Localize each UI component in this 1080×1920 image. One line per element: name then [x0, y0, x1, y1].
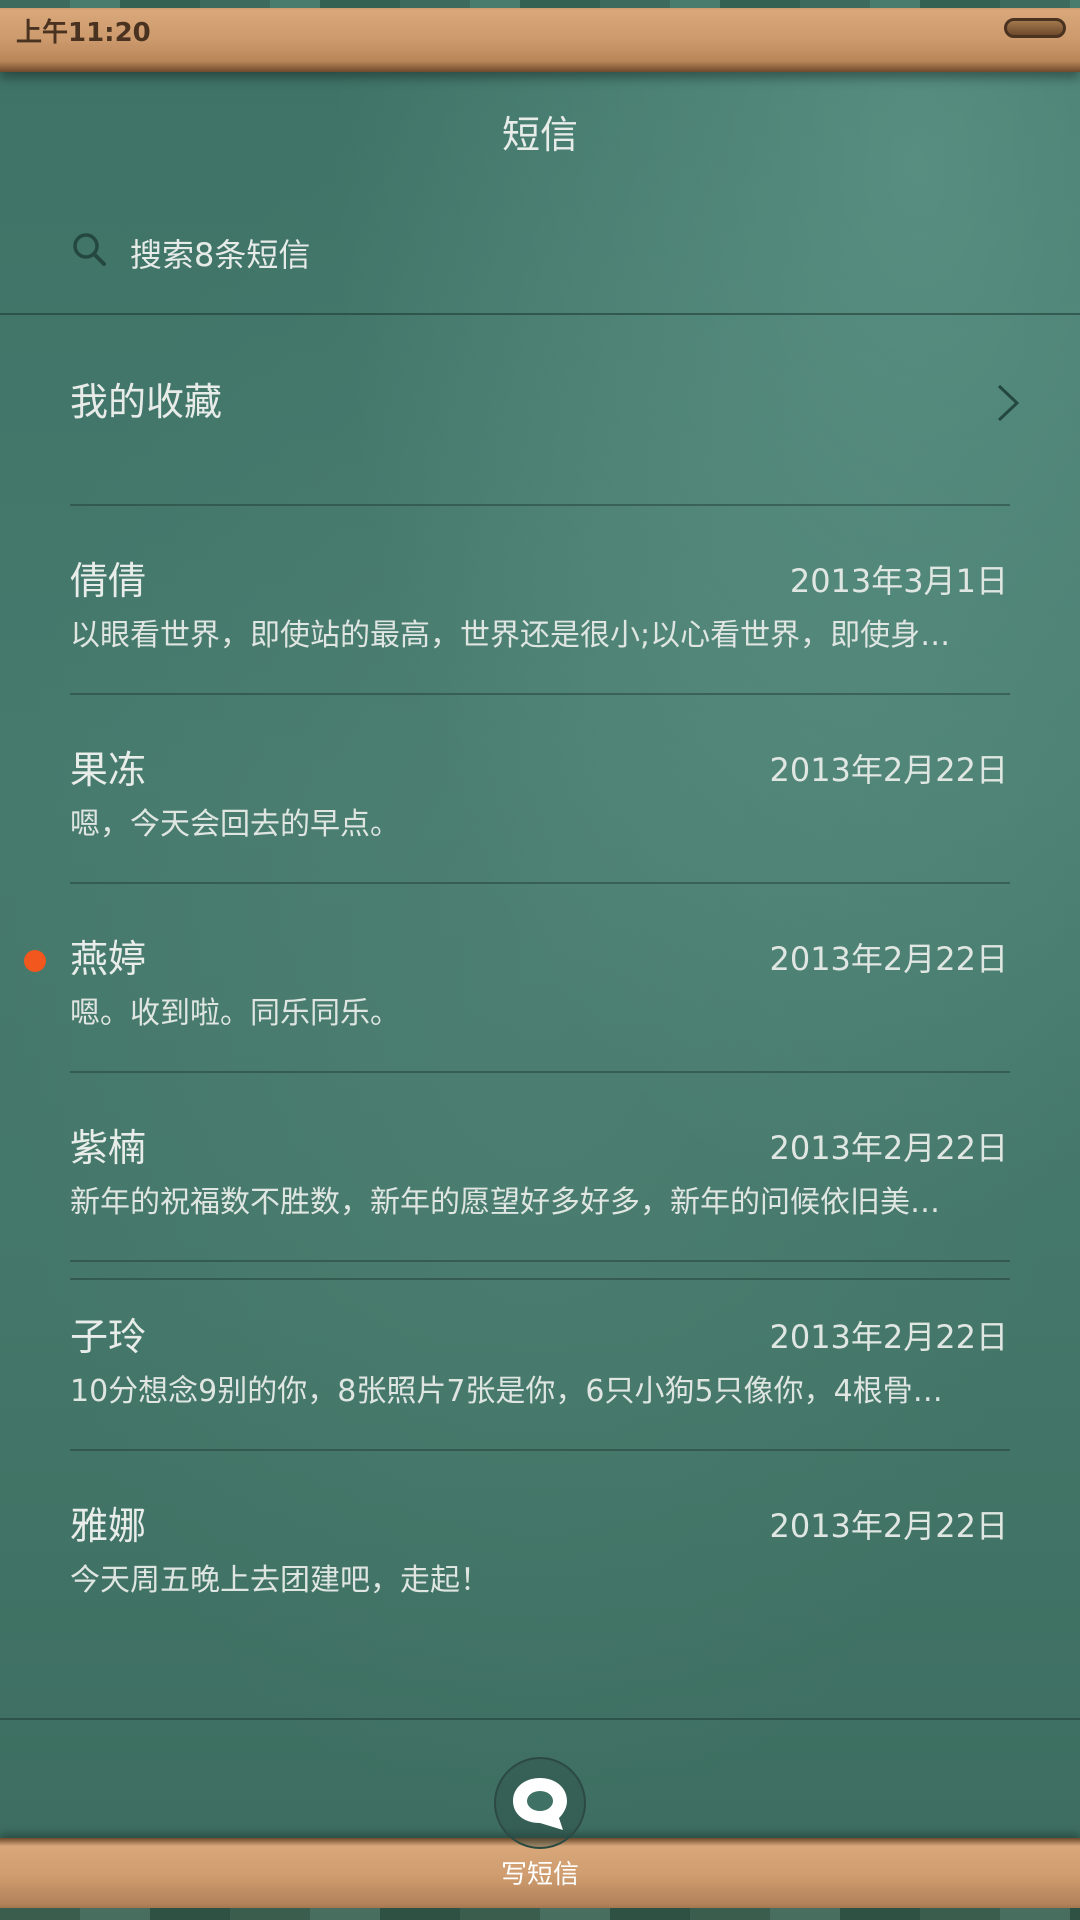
speech-bubble-icon: [494, 1757, 586, 1849]
divider: [70, 1449, 1010, 1451]
compose-label: 写短信: [500, 1860, 579, 1890]
divider: [70, 504, 1010, 506]
favorites-row[interactable]: 我的收藏: [0, 315, 1080, 503]
message-preview: 10分想念9别的你，8张照片7张是你，6只小狗5只像你，4根骨…: [70, 1374, 943, 1409]
contact-name: 倩倩: [70, 559, 147, 603]
contact-name: 燕婷: [70, 937, 147, 981]
conversation-row[interactable]: 子玲 2013年2月22日 10分想念9别的你，8张照片7张是你，6只小狗5只像…: [0, 1260, 1080, 1449]
message-date: 2013年2月22日: [769, 940, 1008, 978]
battery-icon: [1004, 18, 1066, 38]
page-title: 短信: [501, 113, 578, 157]
search-bar[interactable]: 搜索8条短信: [0, 212, 1080, 312]
contact-name: 子玲: [70, 1315, 147, 1359]
message-preview: 今天周五晚上去团建吧，走起！: [70, 1563, 490, 1598]
search-input[interactable]: 搜索8条短信: [130, 230, 310, 276]
divider: [70, 693, 1010, 695]
divider: [70, 1071, 1010, 1073]
message-date: 2013年2月22日: [769, 751, 1008, 789]
divider: [70, 1278, 1010, 1280]
status-time: 上午11:20: [16, 18, 151, 48]
message-date: 2013年3月1日: [789, 562, 1008, 600]
conversation-row[interactable]: 果冻 2013年2月22日 嗯，今天会回去的早点。: [0, 693, 1080, 882]
message-date: 2013年2月22日: [769, 1129, 1008, 1167]
message-date: 2013年2月22日: [769, 1507, 1008, 1545]
message-preview: 嗯，今天会回去的早点。: [70, 807, 400, 842]
unread-dot-icon: [24, 950, 46, 972]
conversation-row[interactable]: 雅娜 2013年2月22日 今天周五晚上去团建吧，走起！: [0, 1449, 1080, 1638]
message-preview: 以眼看世界，即使站的最高，世界还是很小;以心看世界，即使身…: [70, 618, 951, 653]
conversation-list: 倩倩 2013年3月1日 以眼看世界，即使站的最高，世界还是很小;以心看世界，即…: [0, 504, 1080, 1638]
conversation-row[interactable]: 紫楠 2013年2月22日 新年的祝福数不胜数，新年的愿望好多好多，新年的问候依…: [0, 1071, 1080, 1260]
divider: [0, 1718, 1080, 1720]
contact-name: 果冻: [70, 748, 147, 792]
divider: [70, 1260, 1010, 1262]
chalkboard-background: 短信 搜索8条短信 我的收藏 倩倩 2013年3月1日 以眼看世界，即使站的最高…: [0, 72, 1080, 1840]
conversation-row[interactable]: 倩倩 2013年3月1日 以眼看世界，即使站的最高，世界还是很小;以心看世界，即…: [0, 504, 1080, 693]
contact-name: 雅娜: [70, 1504, 147, 1548]
message-date: 2013年2月22日: [769, 1318, 1008, 1356]
contact-name: 紫楠: [70, 1126, 147, 1170]
search-icon: [73, 233, 106, 266]
message-preview: 新年的祝福数不胜数，新年的愿望好多好多，新年的问候依旧美…: [70, 1185, 940, 1220]
divider: [70, 882, 1010, 884]
message-preview: 嗯。收到啦。同乐同乐。: [70, 996, 400, 1031]
compose-button[interactable]: 写短信: [490, 1756, 590, 1896]
conversation-row[interactable]: 燕婷 2013年2月22日 嗯。收到啦。同乐同乐。: [0, 882, 1080, 1071]
favorites-label: 我的收藏: [70, 380, 223, 424]
status-bar: 上午11:20: [0, 0, 1080, 72]
chevron-right-icon: [997, 384, 1020, 422]
